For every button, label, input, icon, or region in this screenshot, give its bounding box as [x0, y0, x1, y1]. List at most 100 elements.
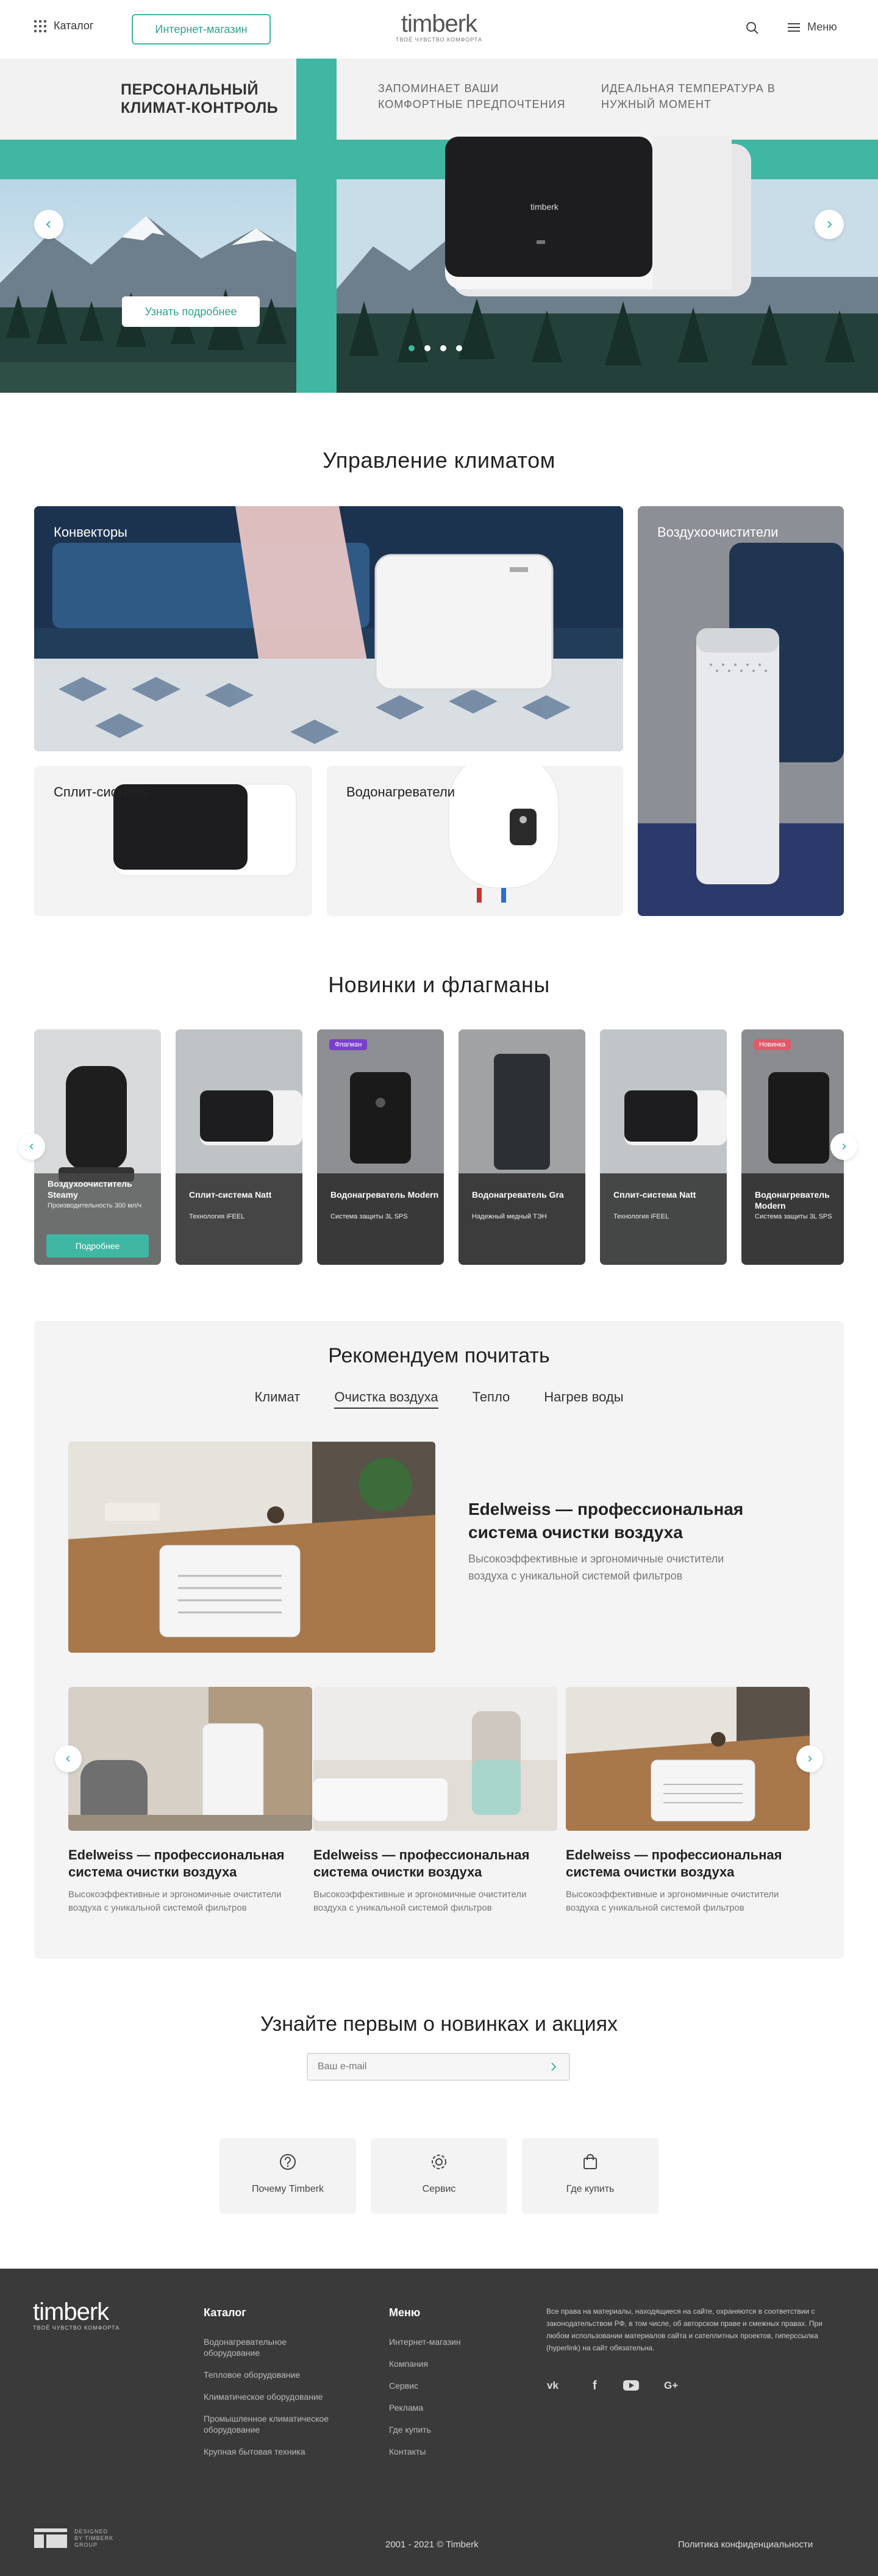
- article-text: Высокоэффективные и эргономичные очистит…: [566, 1889, 779, 1913]
- article-image: [68, 1687, 312, 1831]
- article-image: [566, 1687, 810, 1831]
- site-header: Каталог Интернет-магазин timberk ТВОЁ ЧУ…: [0, 0, 878, 59]
- catalog-button[interactable]: Каталог: [34, 20, 93, 32]
- slide-dot[interactable]: [409, 345, 415, 351]
- tab-air-purification[interactable]: Очистка воздуха: [334, 1389, 438, 1409]
- chevron-left-icon: [66, 1756, 70, 1762]
- category-card-water-heaters[interactable]: Водонагреватели: [327, 766, 623, 916]
- tab-climate[interactable]: Климат: [254, 1389, 300, 1409]
- chevron-left-icon: [29, 1143, 34, 1150]
- products-prev-button[interactable]: [18, 1133, 45, 1160]
- footer-link[interactable]: Компания: [389, 2358, 511, 2369]
- facebook-icon[interactable]: f: [587, 2376, 605, 2394]
- privacy-link[interactable]: Политика конфиденциальности: [678, 2539, 813, 2550]
- reading-section-title: Рекомендуем почитать: [328, 1344, 550, 1367]
- footer-catalog-column: Каталог Водонагревательное оборудование …: [204, 2306, 344, 2468]
- search-icon[interactable]: [745, 21, 760, 35]
- category-label: Воздухоочистители: [657, 524, 779, 540]
- tile-label: Где купить: [566, 2184, 615, 2194]
- footer-link[interactable]: Тепловое оборудование: [204, 2369, 344, 2380]
- article-text: Высокоэффективные и эргономичные очистит…: [313, 1889, 527, 1913]
- submit-arrow-icon[interactable]: [547, 2060, 560, 2073]
- article-card[interactable]: Edelweiss — профессиональная система очи…: [68, 1687, 312, 1915]
- footer-link[interactable]: Где купить: [389, 2424, 511, 2435]
- tile-label: Почему Timberk: [251, 2184, 324, 2194]
- articles-prev-button[interactable]: [55, 1745, 82, 1772]
- purifier-image: [638, 506, 844, 916]
- product-card[interactable]: Флагман Водонагреватель Modern Система з…: [317, 1029, 444, 1265]
- featured-article-title[interactable]: Edelweiss — профессиональная система очи…: [468, 1498, 749, 1544]
- footer-menu-title: Меню: [389, 2306, 421, 2319]
- product-card[interactable]: Воздухоочиститель Steamy Производительно…: [34, 1029, 161, 1265]
- product-card[interactable]: Водонагреватель Gra Надежный медный ТЭН: [459, 1029, 585, 1265]
- article-card[interactable]: Edelweiss — профессиональная система очи…: [313, 1687, 557, 1915]
- article-title: Edelweiss — профессиональная система очи…: [313, 1847, 530, 1880]
- svg-text:vk: vk: [547, 2380, 559, 2391]
- hero-prev-button[interactable]: [34, 210, 63, 239]
- purifier-on-table-image: [68, 1442, 435, 1653]
- site-footer: timberk ТВОЁ ЧУВСТВО КОМФОРТА Каталог Во…: [0, 2269, 878, 2576]
- chevron-right-icon: [808, 1756, 812, 1762]
- hero-accent-bar: [296, 59, 337, 393]
- article-card[interactable]: Edelweiss — профессиональная система очи…: [566, 1687, 810, 1915]
- menu-button[interactable]: Меню: [788, 21, 837, 34]
- designed-by-badge: DESIGNED BY TIMBERK GROUP: [34, 2527, 117, 2549]
- hero-next-button[interactable]: [815, 210, 844, 239]
- footer-link[interactable]: Сервис: [389, 2380, 511, 2391]
- slide-dot[interactable]: [424, 345, 430, 351]
- category-card-convectors[interactable]: Конвекторы: [34, 506, 623, 751]
- product-name: Воздухоочиститель Steamy: [48, 1179, 132, 1200]
- slide-dot[interactable]: [440, 345, 446, 351]
- category-card-split-systems[interactable]: Сплит-системы: [34, 766, 312, 916]
- climate-section-title: Управление климатом: [323, 448, 555, 473]
- logo[interactable]: timberk ТВОЁ ЧУВСТВО КОМФОРТА: [378, 11, 500, 43]
- youtube-icon[interactable]: [622, 2376, 640, 2394]
- footer-legal-text: Все права на материалы, находящиеся на с…: [546, 2307, 823, 2352]
- category-label: Конвекторы: [54, 524, 127, 540]
- logo-wordmark: timberk: [401, 10, 477, 37]
- humidifier-image: [34, 1029, 161, 1265]
- footer-link[interactable]: Интернет-магазин: [389, 2336, 511, 2347]
- footer-link[interactable]: Промышленное климатическое оборудование: [204, 2413, 344, 2435]
- product-card[interactable]: Сплит-система Natt Технология iFEEL: [176, 1029, 302, 1265]
- footer-link[interactable]: Контакты: [389, 2446, 511, 2457]
- vk-icon[interactable]: vk: [546, 2376, 565, 2394]
- footer-catalog-title: Каталог: [204, 2306, 246, 2319]
- tile-where-to-buy[interactable]: Где купить: [522, 2138, 659, 2214]
- product-card[interactable]: Сплит-система Natt Технология iFEEL: [600, 1029, 727, 1265]
- tile-service[interactable]: Сервис: [371, 2138, 507, 2214]
- product-badge: Флагман: [329, 1039, 368, 1050]
- footer-link[interactable]: Климатическое оборудование: [204, 2391, 344, 2402]
- article-title: Edelweiss — профессиональная система очи…: [566, 1847, 782, 1880]
- designed-by-text: DESIGNED BY TIMBERK GROUP: [74, 2528, 114, 2548]
- google-plus-icon[interactable]: G+: [663, 2376, 682, 2394]
- water-heater-product-image: [317, 1029, 444, 1265]
- category-label: Водонагреватели: [346, 784, 455, 800]
- footer-logo-wordmark: timberk: [33, 2299, 109, 2325]
- svg-text:f: f: [593, 2379, 597, 2392]
- product-name: Водонагреватель Gra: [472, 1190, 564, 1200]
- featured-article-image[interactable]: [68, 1442, 435, 1653]
- online-shop-button[interactable]: Интернет-магазин: [132, 14, 271, 45]
- menu-label: Меню: [807, 21, 837, 33]
- purifier-table-image: [566, 1687, 810, 1831]
- product-name: Сплит-система Natt: [189, 1190, 272, 1200]
- hero-more-button[interactable]: Узнать подробнее: [122, 296, 260, 327]
- bag-icon: [584, 2154, 597, 2169]
- tab-heat[interactable]: Тепло: [473, 1389, 510, 1409]
- articles-next-button[interactable]: [796, 1745, 823, 1772]
- footer-link[interactable]: Крупная бытовая техника: [204, 2446, 344, 2457]
- chevron-right-icon: [827, 221, 832, 228]
- copyright: 2001 - 2021 © Timberk: [385, 2539, 479, 2550]
- footer-link[interactable]: Водонагревательное оборудование: [204, 2336, 344, 2358]
- footer-link[interactable]: Реклама: [389, 2402, 511, 2413]
- slide-dot[interactable]: [456, 345, 462, 351]
- product-card[interactable]: Новинка Водонагреватель Modern Система з…: [741, 1029, 844, 1265]
- product-details-button[interactable]: Подробнее: [46, 1234, 149, 1258]
- tile-why-timberk[interactable]: Почему Timberk: [220, 2138, 356, 2214]
- products-next-button[interactable]: [830, 1133, 857, 1160]
- footer-logo[interactable]: timberk ТВОЁ ЧУВСТВО КОМФОРТА: [33, 2299, 120, 2331]
- email-input[interactable]: [307, 2053, 570, 2081]
- tab-water-heating[interactable]: Нагрев воды: [544, 1389, 623, 1409]
- category-card-purifiers[interactable]: Воздухоочистители: [638, 506, 844, 916]
